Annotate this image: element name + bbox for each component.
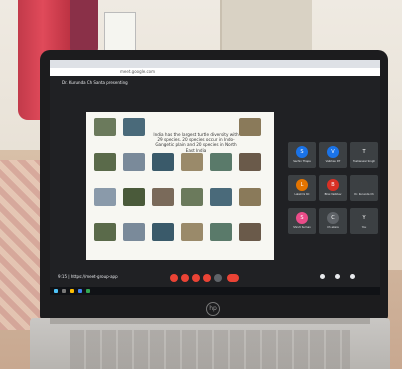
turtle-photo <box>123 223 145 241</box>
turtle-photo <box>94 118 116 136</box>
leave-call-button[interactable] <box>227 274 239 282</box>
turtle-photo <box>181 223 203 241</box>
mic-button[interactable] <box>170 274 178 282</box>
turtle-photo <box>123 188 145 206</box>
turtle-photo <box>152 223 174 241</box>
participant-avatar: L <box>296 179 308 191</box>
windows-taskbar <box>50 287 380 295</box>
turtle-photo <box>94 223 116 241</box>
turtle-photo <box>94 153 116 171</box>
participant-name: Shruti Suman <box>293 226 311 229</box>
turtle-photo <box>181 188 203 206</box>
participant-tile[interactable]: S Sachin Thapa <box>288 142 316 168</box>
participant-tile[interactable]: V Vaibhav DT <box>319 142 347 168</box>
turtle-photo <box>123 118 145 136</box>
participant-tile[interactable]: L Lakshmi KC <box>288 175 316 201</box>
turtle-photo <box>123 153 145 171</box>
participant-tile[interactable]: C Ch akara <box>319 208 347 234</box>
turtle-photo <box>239 153 261 171</box>
participant-avatar: C <box>327 212 339 224</box>
participant-tile[interactable]: B Bhai Vaibhav <box>319 175 347 201</box>
laptop-hinge <box>50 318 370 324</box>
participant-name: You <box>361 226 367 229</box>
turtle-photo <box>239 188 261 206</box>
browser-address-bar[interactable] <box>50 68 380 76</box>
address-text: meet.google.com <box>120 69 156 74</box>
turtle-photo <box>181 153 203 171</box>
participant-avatar: T <box>358 146 370 158</box>
clock-text: 9:15 <box>58 274 67 279</box>
turtle-photo <box>210 223 232 241</box>
participant-tile[interactable]: T Tushanwar Singh <box>350 142 378 168</box>
participant-tile[interactable]: Y You <box>350 208 378 234</box>
turtle-photo <box>152 153 174 171</box>
participant-avatar: S <box>296 212 308 224</box>
search-icon[interactable] <box>62 289 66 293</box>
participant-tile[interactable]: S Shruti Suman <box>288 208 316 234</box>
chrome-icon[interactable] <box>78 289 82 293</box>
present-button[interactable] <box>203 274 211 282</box>
turtle-photo <box>94 188 116 206</box>
participant-name: Sachin Thapa <box>293 160 311 163</box>
info-icon[interactable] <box>320 274 325 279</box>
participant-name: Ch akara <box>327 226 339 229</box>
folder-icon[interactable] <box>70 289 74 293</box>
participant-tile[interactable]: Dr. Kurunda Ch <box>350 175 378 201</box>
people-icon[interactable] <box>335 274 340 279</box>
turtle-photo <box>210 188 232 206</box>
meeting-clock: 9:15 | https://meet-group-app <box>58 274 118 279</box>
participant-name: Bhai Vaibhav <box>324 193 342 196</box>
participant-name: Lakshmi KC <box>294 193 310 196</box>
turtle-photo <box>239 118 261 136</box>
meeting-code: https://meet-group-app <box>70 274 118 279</box>
participant-name: Dr. Kurunda Ch <box>354 193 374 196</box>
keyboard <box>70 330 350 369</box>
participant-name: Tushanwar Singh <box>353 160 375 163</box>
app-icon[interactable] <box>86 289 90 293</box>
participant-avatar: S <box>296 146 308 158</box>
chat-icon[interactable] <box>350 274 355 279</box>
participant-avatar <box>358 179 370 191</box>
hp-logo: hp <box>206 302 220 316</box>
laptop-screen: meet.google.com Dr. Kurunda Ch Santa pre… <box>50 60 380 295</box>
shared-slide: India has the largest turtle diversity w… <box>86 112 274 260</box>
participant-avatar: V <box>327 146 339 158</box>
participant-avatar: B <box>327 179 339 191</box>
participant-name: Vaibhav DT <box>325 160 341 163</box>
wall-poster <box>104 12 136 54</box>
turtle-photo <box>210 153 232 171</box>
turtle-photo <box>239 223 261 241</box>
start-icon[interactable] <box>54 289 58 293</box>
turtle-photo <box>152 188 174 206</box>
participant-avatar: Y <box>358 212 370 224</box>
slide-caption: India has the largest turtle diversity w… <box>153 132 239 153</box>
presenter-banner: Dr. Kurunda Ch Santa presenting <box>62 80 128 85</box>
captions-button[interactable] <box>192 274 200 282</box>
more-options-button[interactable] <box>214 274 222 282</box>
browser-tab-strip[interactable] <box>50 60 380 68</box>
camera-button[interactable] <box>181 274 189 282</box>
